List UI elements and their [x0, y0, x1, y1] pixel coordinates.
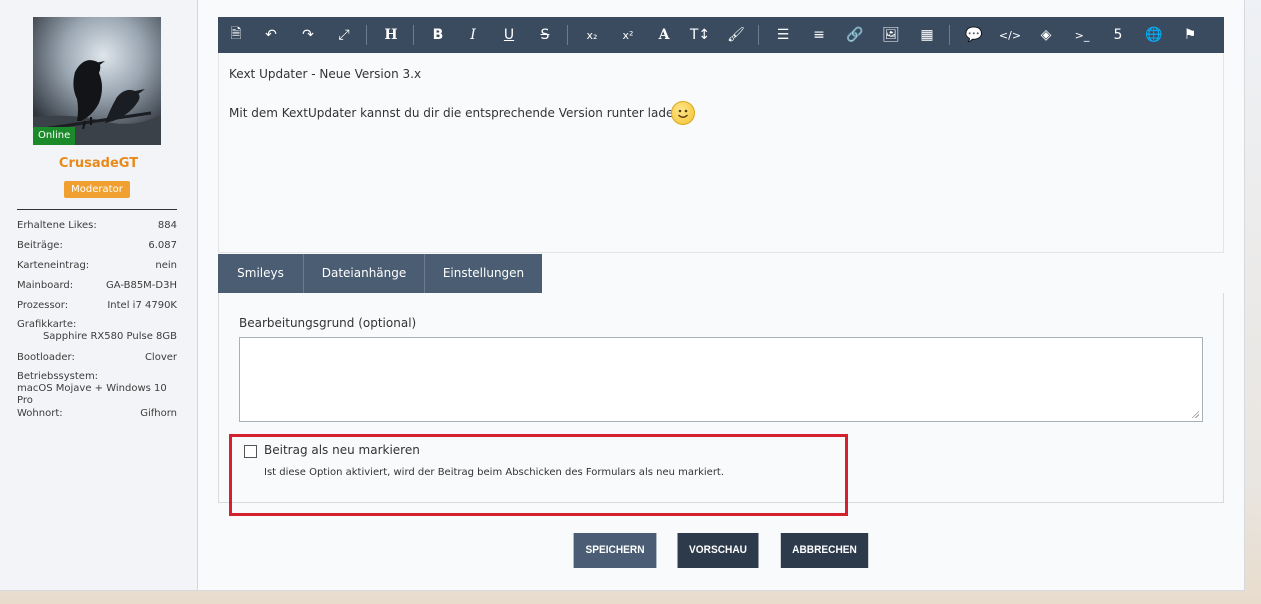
brush-icon[interactable]: 🖌 [721, 17, 751, 53]
redo-icon[interactable]: ↷ [293, 17, 323, 53]
table-icon[interactable]: ▦ [912, 17, 942, 53]
field-value: Intel i7 4790K [107, 300, 177, 311]
cancel-button[interactable]: ABBRECHEN [780, 533, 869, 568]
field-label: Bootloader: [17, 352, 75, 363]
field-label: Karteneintrag: [17, 260, 90, 271]
list-icon[interactable]: ☰ [768, 17, 798, 53]
username-link[interactable]: CrusadeGT [0, 156, 197, 171]
field-value: 884 [157, 220, 177, 231]
user-avatar[interactable] [33, 17, 161, 145]
html5-icon[interactable]: 5 [1103, 17, 1133, 53]
field-likes: Erhaltene Likes: 884 [17, 219, 177, 239]
toolbar-separator [949, 25, 950, 45]
smiley-icon [671, 101, 695, 125]
field-map: Karteneintrag: nein [17, 259, 177, 279]
field-label: Grafikkarte: [17, 319, 77, 330]
online-badge: Online [33, 127, 76, 145]
editor-toolbar: 🗎 ↶ ↷ ⤢ H B I U Sx₂ x² A T↕ 🖌 ☰ ≡ 🔗 🖼 ▦ 💬 </> ◈ >_ 5 🌐 ⚑ [218, 17, 1224, 53]
field-posts: Beiträge: 6.087 [17, 239, 177, 259]
user-sidebar: Online CrusadeGT Moderator Erhaltene Lik… [0, 0, 198, 590]
font-size-icon[interactable]: T↕ [685, 17, 715, 53]
content-paragraph: Kext Updater - Neue Version 3.x [229, 67, 422, 81]
field-value: macOS Mojave + Windows 10 Pro [17, 383, 167, 406]
edit-reason-textarea[interactable] [239, 337, 1203, 422]
field-gpu: Grafikkarte: Sapphire RX580 Pulse 8GB [17, 319, 177, 351]
code-icon[interactable]: </> [995, 17, 1025, 53]
field-value: 6.087 [148, 240, 177, 251]
rank-badge: Moderator [64, 181, 130, 198]
raven-image [33, 17, 161, 145]
tab-smileys[interactable]: Smileys [218, 254, 304, 293]
field-value: Gifhorn [140, 408, 177, 419]
quote-icon[interactable]: 💬 [959, 17, 989, 53]
toolbar-separator [413, 25, 414, 45]
page: Online CrusadeGT Moderator Erhaltene Lik… [0, 0, 1245, 591]
preview-button[interactable]: VORSCHAU [677, 533, 759, 568]
subscript-icon[interactable]: x₂ [577, 17, 607, 53]
field-mainboard: Mainboard: GA-B85M-D3H [17, 279, 177, 299]
resize-grip-icon[interactable] [1191, 410, 1199, 418]
field-value: nein [155, 260, 177, 271]
spoiler-icon[interactable]: ◈ [1031, 17, 1061, 53]
field-value: Clover [144, 352, 177, 363]
image-icon[interactable]: 🖼 [876, 17, 906, 53]
undo-icon[interactable]: ↶ [256, 17, 286, 53]
tab-attachments[interactable]: Dateianhänge [304, 254, 425, 293]
bold-icon[interactable]: B [423, 17, 453, 53]
highlight-box [229, 434, 848, 516]
field-label: Wohnort: [17, 408, 63, 419]
toolbar-separator [366, 25, 367, 45]
content-paragraph: Mit dem KextUpdater kannst du dir die en… [229, 106, 681, 120]
italic-icon[interactable]: I [458, 17, 488, 53]
field-cpu: Prozessor: Intel i7 4790K [17, 299, 177, 319]
field-label: Beiträge: [17, 240, 63, 251]
editor-content[interactable]: Kext Updater - Neue Version 3.x Mit dem … [218, 53, 1224, 253]
field-value: GA-B85M-D3H [105, 280, 177, 291]
field-label: Prozessor: [17, 300, 69, 311]
fullscreen-icon[interactable]: ⤢ [329, 17, 359, 53]
field-value: Sapphire RX580 Pulse 8GB [42, 331, 177, 342]
terminal-icon[interactable]: >_ [1067, 17, 1097, 53]
tab-settings[interactable]: Einstellungen [425, 254, 542, 293]
profile-fields: Erhaltene Likes: 884 Beiträge: 6.087 Kar… [17, 219, 177, 427]
edit-reason-label: Bearbeitungsgrund (optional) [239, 316, 417, 330]
save-button[interactable]: SPEICHERN [573, 533, 657, 568]
field-label: Mainboard: [17, 280, 74, 291]
strikethrough-icon[interactable]: S [530, 17, 560, 53]
font-color-icon[interactable]: A [649, 17, 679, 53]
toolbar-separator [567, 25, 568, 45]
field-location: Wohnort: Gifhorn [17, 407, 177, 427]
field-label: Erhaltene Likes: [17, 220, 97, 231]
source-icon[interactable]: 🗎 [221, 17, 251, 53]
sidebar-divider [17, 209, 177, 210]
flag-icon[interactable]: ⚑ [1175, 17, 1205, 53]
link-icon[interactable]: 🔗 [840, 17, 870, 53]
underline-icon[interactable]: U [494, 17, 524, 53]
align-icon[interactable]: ≡ [804, 17, 834, 53]
field-os: Betriebssystem: macOS Mojave + Windows 1… [17, 371, 177, 407]
field-label: Betriebssystem: [17, 371, 99, 382]
superscript-icon[interactable]: x² [613, 17, 643, 53]
toolbar-separator [758, 25, 759, 45]
field-bootloader: Bootloader: Clover [17, 351, 177, 371]
globe-icon[interactable]: 🌐 [1139, 17, 1169, 53]
heading-icon[interactable]: H [376, 17, 406, 53]
